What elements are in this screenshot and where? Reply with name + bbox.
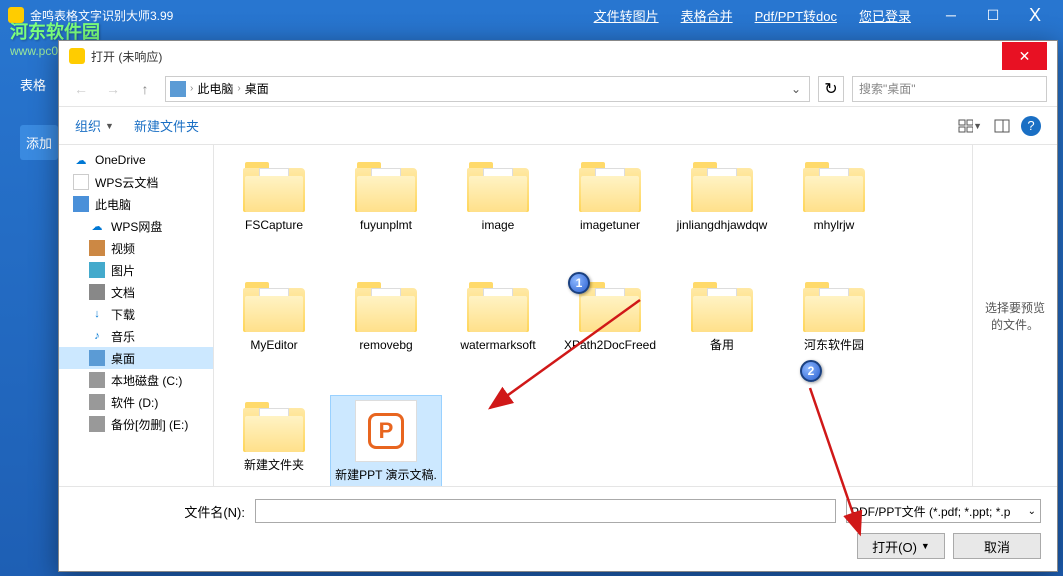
app-window: 金鸣表格文字识别大师3.99 文件转图片 表格合并 Pdf/PPT转doc 您已…: [0, 0, 1063, 576]
